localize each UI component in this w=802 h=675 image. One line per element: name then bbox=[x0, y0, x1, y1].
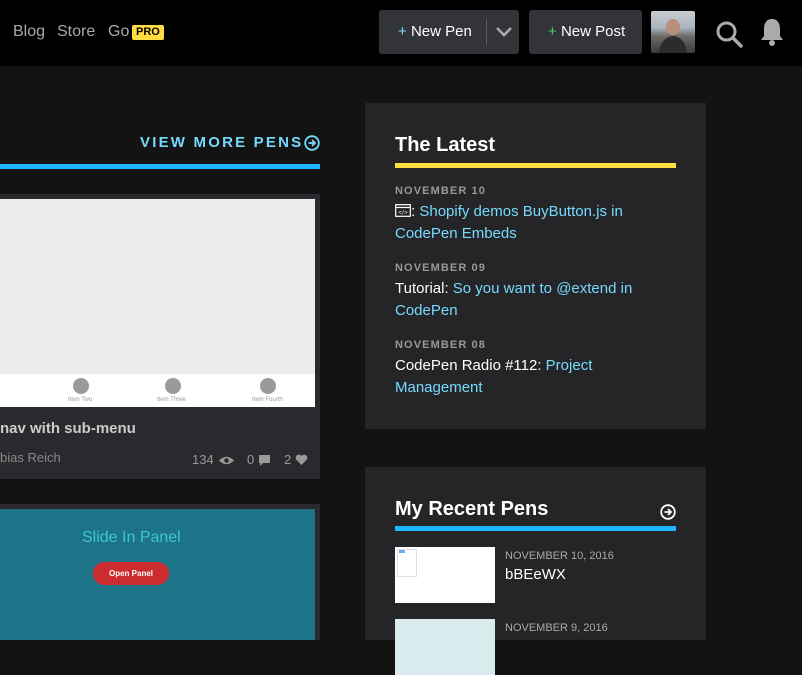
likes-count: 2 bbox=[284, 452, 292, 467]
preview-nav-dot bbox=[260, 378, 276, 394]
preview-nav-label: Item Two bbox=[68, 397, 93, 403]
recent-pen-thumbnail[interactable] bbox=[395, 547, 495, 603]
top-bar: Blog Store Go PRO + New Pen + New Post bbox=[0, 0, 802, 66]
recent-pen-name[interactable]: bBEeWX bbox=[505, 566, 566, 583]
chevron-down-icon[interactable] bbox=[494, 24, 514, 40]
preview-open-panel-button: Open Panel bbox=[93, 562, 169, 585]
search-icon[interactable] bbox=[715, 20, 743, 48]
pen-preview[interactable]: Slide In Panel Open Panel bbox=[0, 509, 315, 640]
pen-card[interactable]: Slide In Panel Open Panel bbox=[0, 504, 320, 640]
codepen-embed-icon: </> bbox=[395, 204, 411, 217]
recent-pens-underline bbox=[395, 526, 676, 531]
recent-pen-thumbnail[interactable] bbox=[395, 619, 495, 675]
latest-title: The Latest bbox=[395, 134, 496, 156]
avatar[interactable] bbox=[651, 11, 695, 53]
heart-icon[interactable] bbox=[295, 454, 308, 466]
comment-icon bbox=[259, 455, 270, 466]
entry-date: NOVEMBER 10 bbox=[395, 185, 486, 197]
entry-prefix: Tutorial: bbox=[395, 280, 453, 297]
recent-pens-title: My Recent Pens bbox=[395, 498, 549, 520]
recent-pens-panel: My Recent Pens NOVEMBER 10, 2016 bBEeWX … bbox=[365, 467, 706, 675]
arrow-right-circle-icon[interactable] bbox=[304, 135, 320, 151]
plus-icon: + bbox=[398, 23, 407, 40]
latest-underline bbox=[395, 163, 676, 168]
entry-date: NOVEMBER 09 bbox=[395, 262, 486, 274]
preview-title: Slide In Panel bbox=[82, 529, 181, 546]
pen-author[interactable]: bias Reich bbox=[0, 450, 61, 465]
plus-icon: + bbox=[548, 23, 557, 40]
preview-nav-dot bbox=[73, 378, 89, 394]
svg-text:</>: </> bbox=[398, 210, 408, 216]
recent-pen-date: NOVEMBER 10, 2016 bbox=[505, 550, 614, 562]
latest-entry: </> : Shopify demos BuyButton.js in Code… bbox=[395, 201, 665, 245]
nav-link-store[interactable]: Store bbox=[57, 23, 95, 41]
section-underline bbox=[0, 164, 320, 169]
views-count: 134 bbox=[192, 452, 214, 467]
new-pen-label: New Pen bbox=[410, 23, 472, 40]
nav-link-go[interactable]: Go bbox=[108, 23, 129, 41]
pro-badge[interactable]: PRO bbox=[132, 25, 164, 40]
pen-preview[interactable]: Item Two Item Three Item Fourth bbox=[0, 199, 315, 407]
bell-icon[interactable] bbox=[759, 17, 785, 47]
entry-prefix: CodePen Radio #112: bbox=[395, 357, 546, 374]
preview-nav-label: Item Fourth bbox=[252, 397, 283, 403]
entry-link[interactable]: Shopify demos BuyButton.js in CodePen Em… bbox=[395, 203, 623, 242]
arrow-right-circle-icon[interactable] bbox=[660, 504, 676, 520]
new-pen-button[interactable]: + New Pen bbox=[379, 10, 519, 54]
nav-link-blog[interactable]: Blog bbox=[13, 23, 45, 41]
entry-date: NOVEMBER 08 bbox=[395, 339, 486, 351]
pen-title[interactable]: nav with sub-menu bbox=[0, 420, 136, 437]
preview-nav-label: Item Three bbox=[157, 397, 186, 403]
pen-card[interactable]: Item Two Item Three Item Fourth nav with… bbox=[0, 194, 320, 479]
button-divider bbox=[486, 19, 487, 45]
recent-pen-date: NOVEMBER 9, 2016 bbox=[505, 622, 608, 634]
new-post-button[interactable]: + New Post bbox=[529, 10, 642, 54]
view-more-pens-link[interactable]: VIEW MORE PENS bbox=[140, 134, 303, 151]
latest-entry: Tutorial: So you want to @extend in Code… bbox=[395, 278, 665, 322]
comments-count: 0 bbox=[247, 452, 255, 467]
new-post-label: New Post bbox=[560, 23, 626, 40]
latest-panel: The Latest NOVEMBER 10 </> : Shopify dem… bbox=[365, 103, 706, 429]
preview-nav-dot bbox=[165, 378, 181, 394]
eye-icon bbox=[219, 456, 234, 465]
latest-entry: CodePen Radio #112: Project Management bbox=[395, 355, 665, 399]
